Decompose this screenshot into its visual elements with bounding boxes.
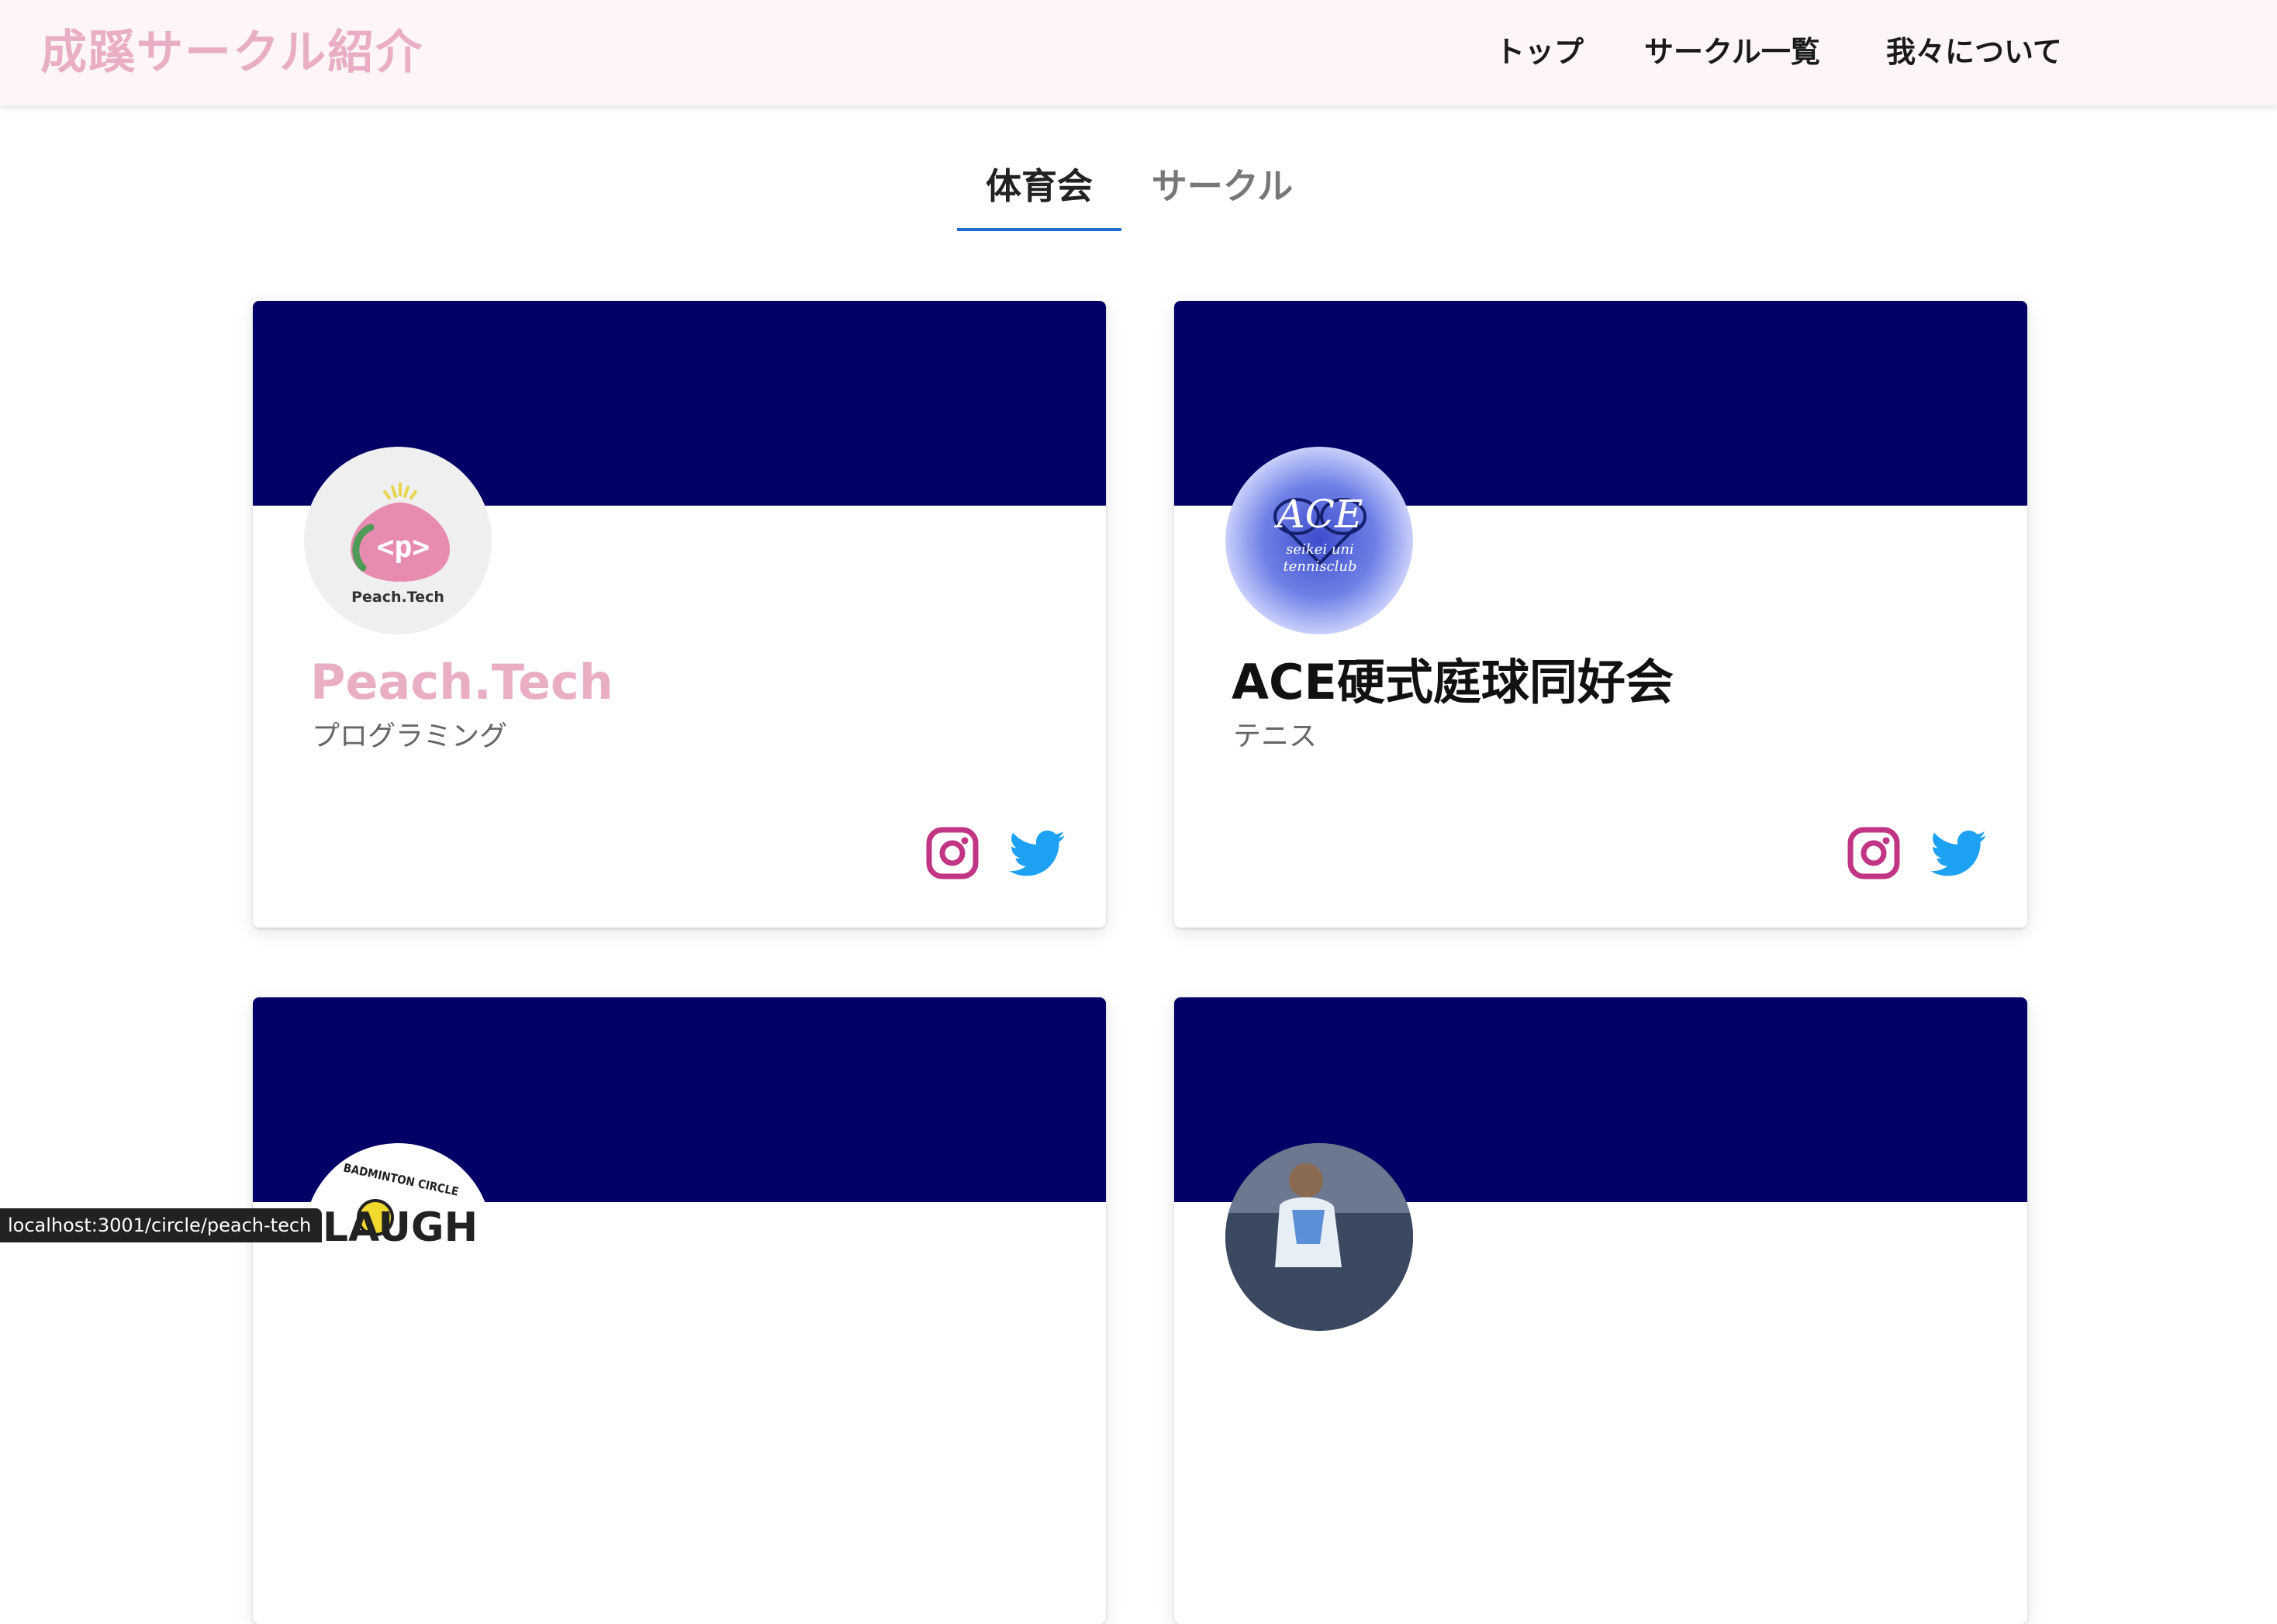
circle-category: プログラミング (312, 720, 508, 752)
circle-card-4[interactable] (1174, 997, 2027, 1624)
nav-top[interactable]: トップ (1495, 33, 1584, 71)
laugh-logo: BADMINTON CIRCLE LAUGH (304, 1143, 492, 1331)
laugh-logo-text: LAUGH (323, 1204, 478, 1251)
circle-category: テニス (1233, 720, 1318, 752)
tab-indicator (957, 228, 1121, 231)
top-app-bar: 成蹊サークル紹介 トップ サークル一覧 我々について (0, 0, 2277, 105)
ace-logo-sub2: tennisclub (1283, 558, 1356, 575)
circle-card-ace[interactable]: ACE seikei uni tennisclub ACE硬式庭球同好会 テニス (1174, 301, 2027, 928)
status-bar-url: localhost:3001/circle/peach-tech (0, 1208, 323, 1242)
circle-avatar-photo (1225, 1143, 1413, 1331)
ace-logo-sub1: seikei uni (1286, 541, 1354, 558)
instagram-icon[interactable] (924, 825, 980, 881)
site-title[interactable]: 成蹊サークル紹介 (40, 23, 423, 82)
twitter-icon[interactable] (1009, 825, 1066, 881)
peach-tech-logo: <p> Peach.Tech (304, 447, 492, 634)
circle-name[interactable]: ACE硬式庭球同好会 (1232, 651, 1674, 714)
nav-circle-list[interactable]: サークル一覧 (1644, 33, 1820, 71)
circle-name[interactable]: Peach.Tech (310, 651, 613, 714)
circle-card-laugh[interactable]: BADMINTON CIRCLE LAUGH (253, 997, 1106, 1624)
twitter-icon[interactable] (1930, 825, 1987, 881)
circle-card-peach-tech[interactable]: <p> Peach.Tech Peach.Tech プログラミング (253, 301, 1106, 928)
nav-about[interactable]: 我々について (1886, 33, 2062, 71)
tab-circle[interactable]: サークル (1145, 163, 1300, 209)
ace-logo-title: ACE (1274, 492, 1363, 537)
logo-caption: Peach.Tech (351, 589, 444, 606)
ace-logo: ACE seikei uni tennisclub (1225, 447, 1413, 634)
tab-taiikukai[interactable]: 体育会 (957, 163, 1121, 209)
logo-tag-text: <p> (377, 530, 430, 564)
laugh-logo-top: BADMINTON CIRCLE (342, 1161, 460, 1199)
instagram-icon[interactable] (1846, 825, 1902, 881)
